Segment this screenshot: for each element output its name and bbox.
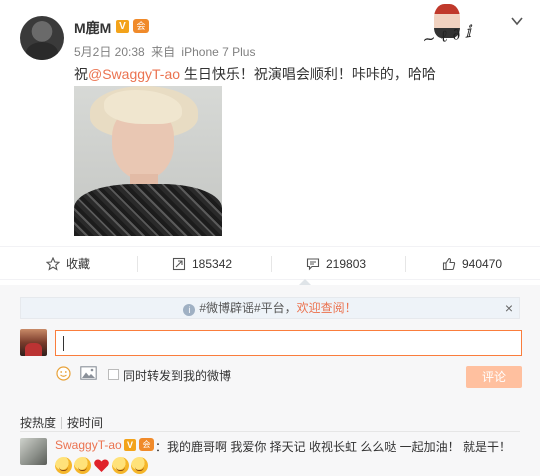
heart-icon	[94, 459, 109, 472]
comment-input[interactable]	[55, 330, 522, 356]
sort-by-time[interactable]: 按时间	[67, 416, 103, 430]
action-divider	[271, 256, 272, 272]
thumbs-up-icon	[442, 257, 456, 271]
comment-sort-bar: 按热度 按时间	[20, 414, 108, 431]
post-content: 祝@SwaggyT-ao 生日快乐！祝演唱会顺利！咔咔的，哈哈	[74, 64, 436, 84]
verified-v-badge[interactable]: V	[116, 20, 129, 33]
submit-comment-button[interactable]: 评论	[466, 366, 522, 388]
like-count: 940470	[462, 257, 503, 271]
my-avatar[interactable]	[20, 329, 47, 356]
content-prefix: 祝	[74, 66, 88, 82]
post-via: 来自	[151, 45, 176, 59]
notice-highlight[interactable]: 欢迎查阅！	[297, 301, 357, 315]
action-bar: 收藏 185342 219803 940470	[0, 246, 540, 280]
favorite-label: 收藏	[66, 257, 91, 271]
signature-figure-logo: ~ ℓ ∂ ⅈ	[418, 4, 498, 49]
post-device[interactable]: iPhone 7 Plus	[181, 45, 255, 59]
member-badge[interactable]: 会	[133, 19, 149, 33]
close-icon[interactable]: ×	[505, 298, 513, 318]
author-name[interactable]: M鹿M	[74, 18, 111, 38]
commenter-member-badge[interactable]: 会	[139, 438, 154, 451]
action-divider	[405, 256, 406, 272]
image-icon[interactable]	[80, 366, 97, 380]
post-photo[interactable]	[74, 86, 222, 236]
grin-emoji-icon	[112, 457, 129, 474]
mention-link[interactable]: @SwaggyT-ao	[88, 66, 180, 82]
sort-by-hot[interactable]: 按热度	[20, 416, 56, 430]
grin-emoji-icon	[55, 457, 72, 474]
commenter-avatar[interactable]	[20, 438, 47, 465]
grin-emoji-icon	[74, 457, 91, 474]
comment-text: ：我的鹿哥啊 我爱你 择天记 收视长虹 么么哒 一起加油！ 就是干！	[155, 440, 512, 454]
weibo-post: M鹿M V 会 5月2日 20:38 来自 iPhone 7 Plus 祝@Sw…	[0, 0, 540, 246]
commenter-name[interactable]: SwaggyT-ao	[55, 438, 122, 452]
emoji-icon[interactable]	[56, 366, 71, 381]
post-meta: 5月2日 20:38 来自 iPhone 7 Plus	[74, 43, 258, 60]
sort-divider	[61, 417, 63, 429]
post-date[interactable]: 5月2日 20:38	[74, 45, 145, 59]
repost-checkbox-label[interactable]: 同时转发到我的微博	[123, 367, 231, 384]
grin-emoji-icon	[131, 457, 148, 474]
author-avatar[interactable]	[20, 16, 64, 60]
info-icon: i	[183, 304, 196, 316]
star-icon	[46, 257, 60, 271]
repost-icon	[172, 257, 186, 271]
text-caret	[63, 336, 64, 351]
rumor-notice-bar: i #微博辟谣#平台，欢迎查阅！ ×	[20, 297, 520, 319]
action-divider	[137, 256, 138, 272]
repost-checkbox[interactable]	[108, 369, 119, 380]
comment-count: 219803	[326, 257, 367, 271]
comment-emoji-row	[55, 457, 150, 475]
chevron-down-icon[interactable]	[510, 14, 524, 28]
content-suffix: 生日快乐！祝演唱会顺利！咔咔的，哈哈	[180, 66, 436, 82]
commenter-verified-badge[interactable]: V	[124, 439, 136, 451]
repost-count: 185342	[192, 257, 233, 271]
comment-icon	[306, 258, 320, 271]
sort-underline	[20, 431, 520, 432]
notice-text[interactable]: #微博辟谣#平台，	[199, 301, 296, 315]
